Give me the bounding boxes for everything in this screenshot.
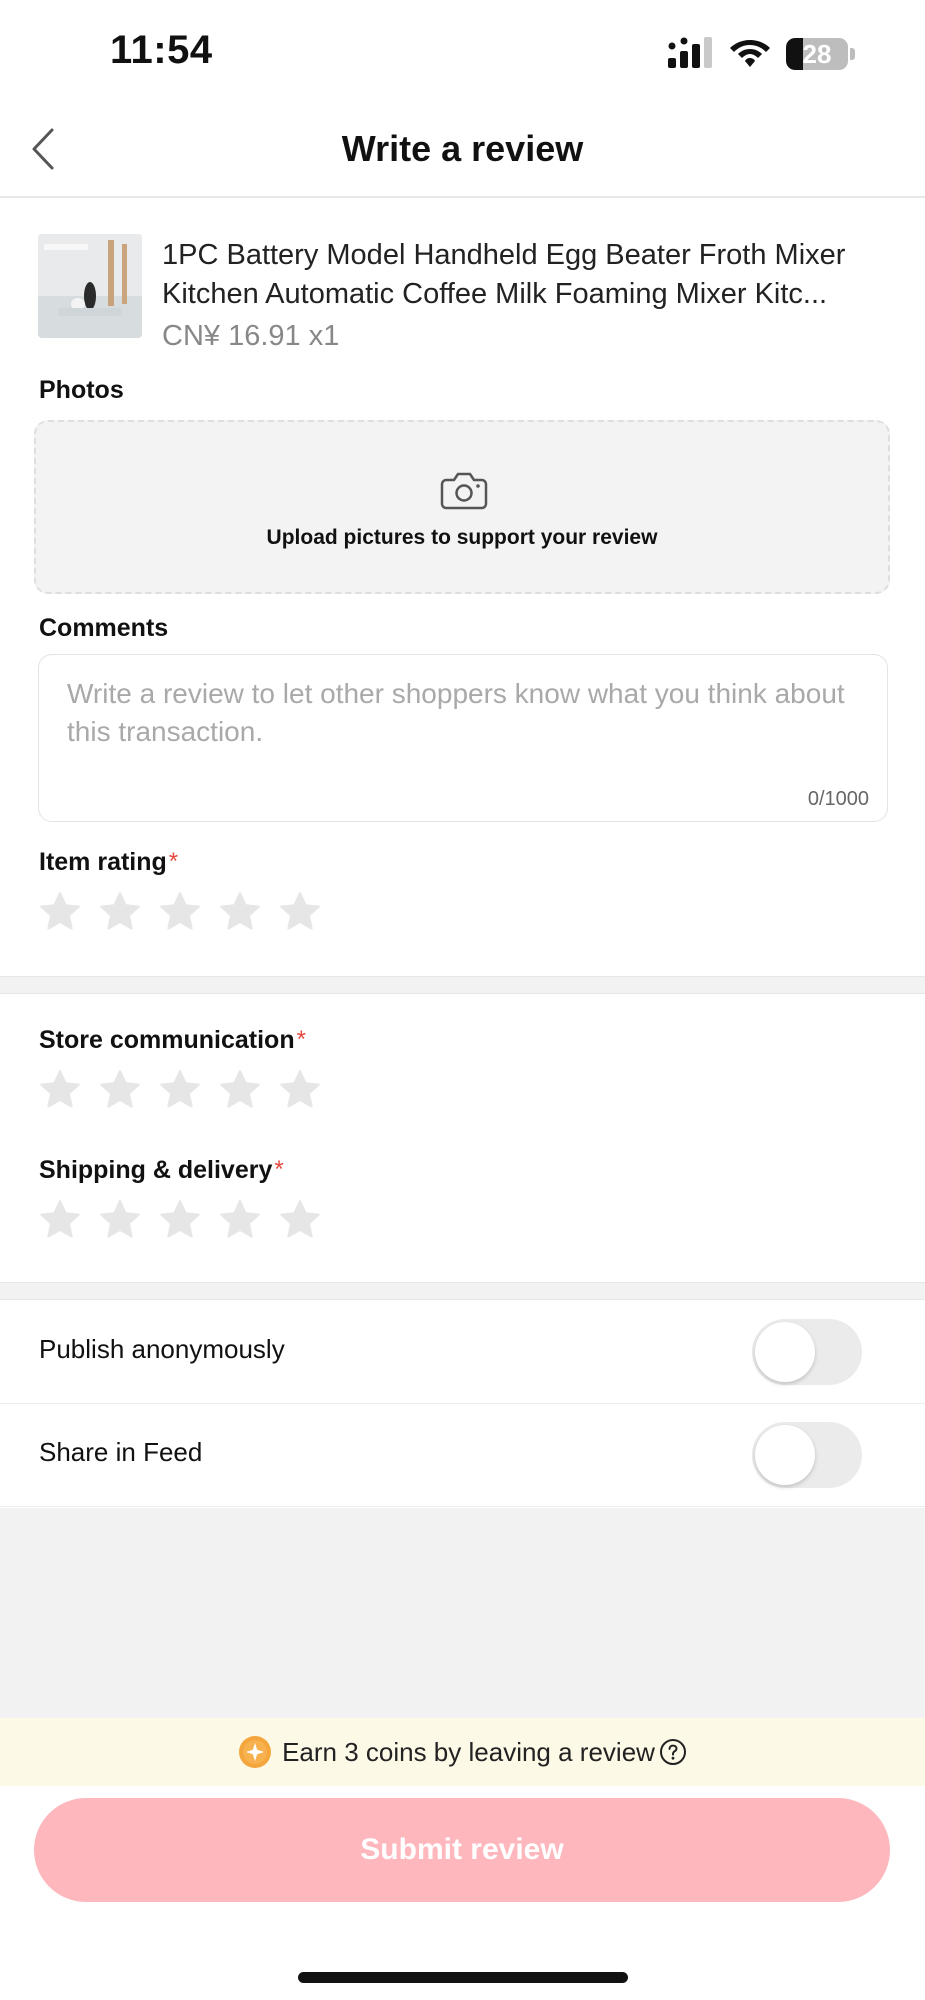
star-icon[interactable] bbox=[38, 1198, 82, 1242]
status-time: 11:54 bbox=[110, 28, 213, 72]
star-icon[interactable] bbox=[278, 1068, 322, 1112]
empty-area bbox=[0, 1508, 925, 1718]
coin-icon bbox=[239, 1736, 272, 1768]
product-price: CN¥ 16.91 x1 bbox=[162, 320, 340, 352]
battery-level: 28 bbox=[802, 39, 832, 69]
item-rating-label: Item rating* bbox=[39, 848, 178, 877]
submit-review-label: Submit review bbox=[360, 1833, 564, 1866]
status-bar: 11:54 28 bbox=[0, 0, 925, 100]
share-feed-row: Share in Feed bbox=[0, 1405, 925, 1507]
star-icon[interactable] bbox=[38, 1068, 82, 1112]
store-rating-label-text: Store communication bbox=[39, 1026, 295, 1054]
shipping-rating-label: Shipping & delivery* bbox=[39, 1156, 284, 1185]
upload-hint: Upload pictures to support your review bbox=[266, 526, 658, 549]
anonymous-row: Publish anonymously bbox=[0, 1302, 925, 1404]
comments-label: Comments bbox=[39, 614, 169, 642]
star-icon[interactable] bbox=[158, 1198, 202, 1242]
submit-review-button[interactable]: Submit review bbox=[34, 1798, 890, 1902]
star-icon[interactable] bbox=[98, 1198, 142, 1242]
toggle-knob bbox=[755, 1425, 815, 1485]
comment-textarea[interactable]: Write a review to let other shoppers kno… bbox=[38, 654, 888, 822]
nav-header: Write a review bbox=[0, 100, 925, 198]
required-mark: * bbox=[274, 1156, 284, 1183]
share-feed-toggle[interactable] bbox=[752, 1422, 862, 1488]
star-icon[interactable] bbox=[98, 890, 142, 934]
product-thumbnail bbox=[38, 234, 142, 338]
section-divider bbox=[0, 1282, 925, 1300]
comment-char-counter: 0/1000 bbox=[807, 788, 869, 810]
section-divider bbox=[0, 976, 925, 994]
star-icon[interactable] bbox=[98, 1068, 142, 1112]
item-rating-stars bbox=[38, 890, 338, 934]
toggle-knob bbox=[755, 1322, 815, 1382]
photos-label: Photos bbox=[39, 376, 124, 404]
star-icon[interactable] bbox=[278, 890, 322, 934]
battery-icon: 28 bbox=[786, 38, 856, 70]
share-feed-label: Share in Feed bbox=[39, 1437, 203, 1467]
shipping-rating-stars bbox=[38, 1198, 338, 1242]
anonymous-label: Publish anonymously bbox=[39, 1334, 285, 1364]
store-rating-stars bbox=[38, 1068, 338, 1112]
star-icon[interactable] bbox=[158, 890, 202, 934]
star-icon[interactable] bbox=[218, 1068, 262, 1112]
shipping-rating-label-text: Shipping & delivery bbox=[39, 1156, 273, 1184]
item-rating-label-text: Item rating bbox=[39, 848, 167, 876]
star-icon[interactable] bbox=[38, 890, 82, 934]
wifi-icon bbox=[730, 40, 770, 67]
signal-icon bbox=[668, 37, 712, 68]
coins-banner: Earn 3 coins by leaving a review bbox=[0, 1718, 925, 1786]
star-icon[interactable] bbox=[278, 1198, 322, 1242]
star-icon[interactable] bbox=[158, 1068, 202, 1112]
page-title: Write a review bbox=[341, 128, 584, 169]
star-icon[interactable] bbox=[218, 890, 262, 934]
store-rating-label: Store communication* bbox=[39, 1026, 306, 1055]
camera-icon bbox=[440, 472, 488, 510]
comment-placeholder: Write a review to let other shoppers kno… bbox=[67, 678, 845, 747]
star-icon[interactable] bbox=[218, 1198, 262, 1242]
anonymous-toggle[interactable] bbox=[752, 1319, 862, 1385]
coins-text: Earn 3 coins by leaving a review bbox=[282, 1736, 655, 1767]
question-circle-icon[interactable] bbox=[659, 1738, 687, 1766]
home-indicator bbox=[298, 1972, 628, 1983]
required-mark: * bbox=[168, 848, 179, 875]
photo-upload-area[interactable]: Upload pictures to support your review bbox=[34, 420, 890, 594]
product-title: 1PC Battery Model Handheld Egg Beater Fr… bbox=[162, 239, 846, 310]
required-mark: * bbox=[296, 1026, 306, 1053]
